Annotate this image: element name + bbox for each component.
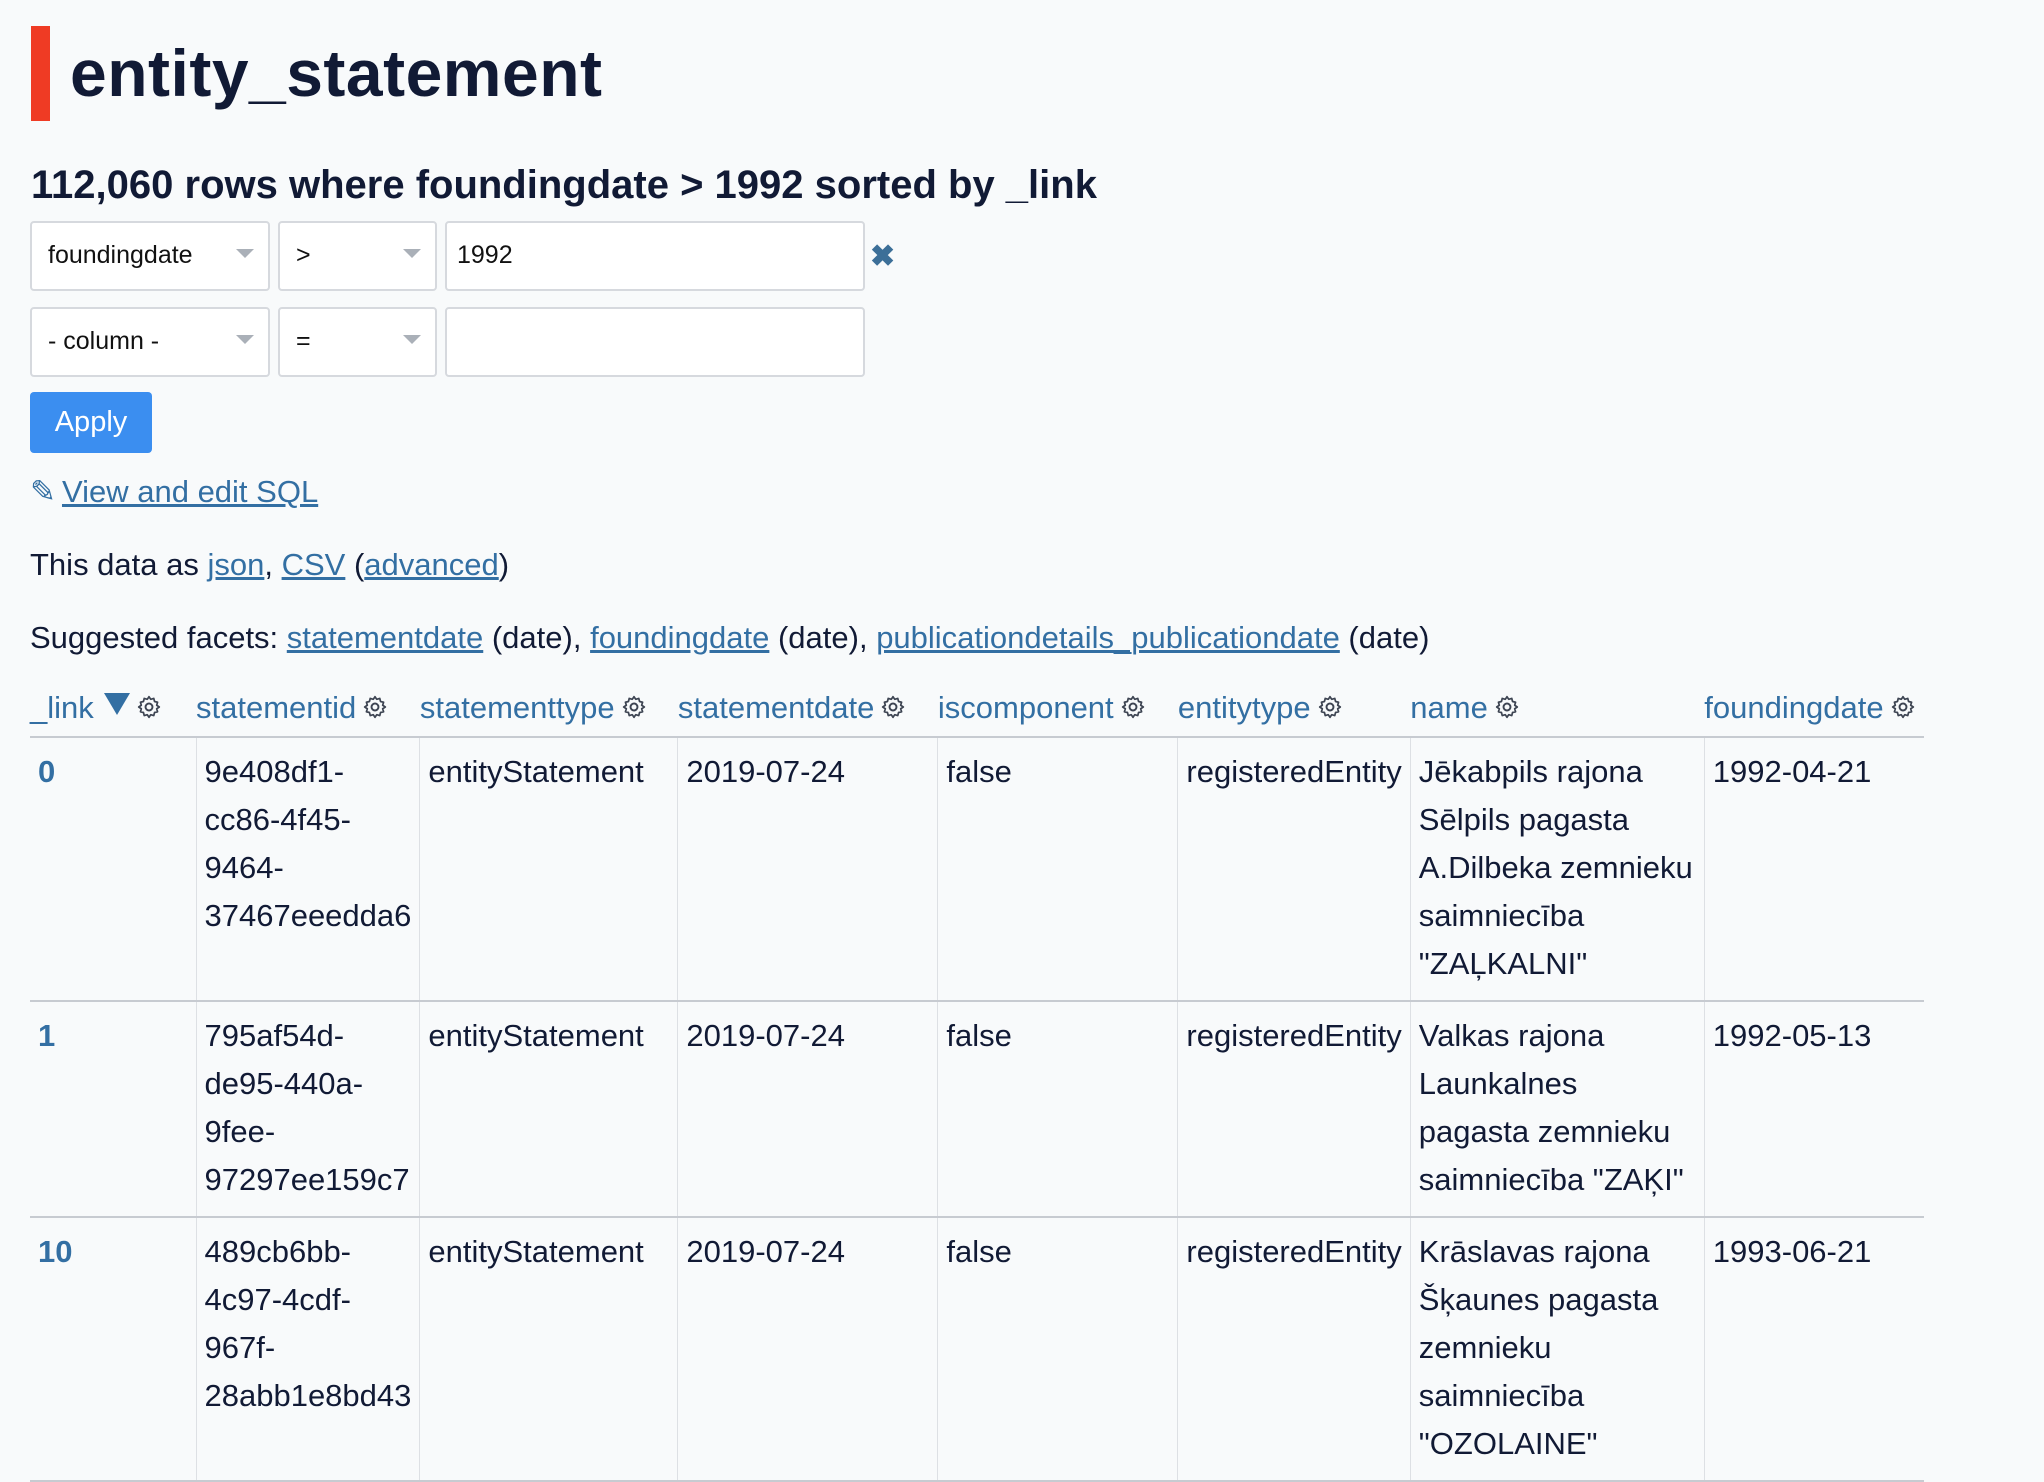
json-link[interactable]: json bbox=[207, 547, 264, 582]
filter-1-value-input[interactable]: 1992 bbox=[445, 221, 865, 291]
table-header-row: _link statementid statementtype statemen… bbox=[30, 680, 1925, 738]
page-title: entity_statement bbox=[70, 36, 603, 110]
column-header: statementid bbox=[196, 680, 420, 738]
table-row: 1 795af54d-de95-440a-9fee-97297ee159c7 e… bbox=[30, 1001, 1925, 1218]
gear-icon[interactable] bbox=[1317, 694, 1343, 720]
facet-type: (date), bbox=[769, 620, 877, 655]
filter-2-operator-value: = bbox=[296, 327, 311, 355]
export-links: This data as json, CSV (advanced) bbox=[30, 542, 509, 588]
table-cell: 0 bbox=[30, 737, 196, 1002]
apply-button[interactable]: Apply bbox=[30, 392, 152, 453]
gear-icon[interactable] bbox=[362, 694, 388, 720]
filter-1-operator-value: > bbox=[296, 241, 311, 269]
export-paren-open: ( bbox=[345, 547, 365, 582]
export-prefix: This data as bbox=[30, 547, 208, 582]
column-header: entitytype bbox=[1177, 680, 1411, 738]
gear-icon[interactable] bbox=[136, 694, 162, 720]
column-header: statementtype bbox=[419, 680, 678, 738]
filter-2-column-select[interactable]: - column - bbox=[30, 307, 270, 377]
table-cell: Valkas rajona Launkalnes pagasta zemniek… bbox=[1409, 1001, 1705, 1218]
table-cell: registeredEntity bbox=[1177, 1001, 1411, 1218]
column-sort-link[interactable]: statementid bbox=[196, 690, 356, 725]
table-row: 0 9e408df1-cc86-4f45-9464-37467eeedda6 e… bbox=[30, 737, 1925, 1002]
gear-icon[interactable] bbox=[1120, 694, 1146, 720]
gear-icon[interactable] bbox=[1890, 694, 1916, 720]
table-cell: 1 bbox=[30, 1001, 196, 1218]
table-cell: 1993-06-21 bbox=[1703, 1217, 1925, 1482]
table-cell: 1992-05-13 bbox=[1703, 1001, 1925, 1218]
csv-link[interactable]: CSV bbox=[282, 547, 346, 582]
rows-summary: 112,060 rows where foundingdate > 1992 s… bbox=[31, 163, 1097, 207]
chevron-down-icon bbox=[403, 335, 421, 344]
column-sort-link[interactable]: iscomponent bbox=[938, 690, 1114, 725]
row-link[interactable]: 0 bbox=[38, 754, 55, 789]
pencil-icon: ✎ bbox=[30, 474, 56, 509]
column-sort-link[interactable]: statementtype bbox=[420, 690, 615, 725]
column-header: statementdate bbox=[677, 680, 938, 738]
table-cell: 489cb6bb-4c97-4cdf-967f-28abb1e8bd43 bbox=[195, 1217, 420, 1482]
table-cell: false bbox=[937, 1217, 1178, 1482]
column-header: iscomponent bbox=[937, 680, 1178, 738]
gear-icon[interactable] bbox=[1494, 694, 1520, 720]
facet-link-foundingdate[interactable]: foundingdate bbox=[590, 620, 769, 655]
column-sort-link[interactable]: statementdate bbox=[678, 690, 874, 725]
export-separator: , bbox=[264, 547, 282, 582]
chevron-down-icon bbox=[236, 335, 254, 344]
table-cell: Krāslavas rajona Šķaunes pagasta zemniek… bbox=[1409, 1217, 1705, 1482]
filter-2-value-input[interactable] bbox=[445, 307, 865, 377]
column-header-link: _link bbox=[30, 680, 196, 738]
suggested-facets: Suggested facets: statementdate (date), … bbox=[30, 615, 1429, 661]
table-cell: 2019-07-24 bbox=[677, 737, 938, 1002]
table-cell: Jēkabpils rajona Sēlpils pagasta A.Dilbe… bbox=[1409, 737, 1705, 1002]
table-cell: 2019-07-24 bbox=[677, 1001, 938, 1218]
results-table: _link statementid statementtype statemen… bbox=[30, 680, 1925, 1482]
table-cell: registeredEntity bbox=[1177, 1217, 1411, 1482]
table-cell: 2019-07-24 bbox=[677, 1217, 938, 1482]
filter-1-operator-select[interactable]: > bbox=[278, 221, 437, 291]
sort-desc-icon bbox=[103, 693, 130, 715]
table-cell: false bbox=[937, 737, 1178, 1002]
facet-type: (date), bbox=[483, 620, 591, 655]
table-cell: registeredEntity bbox=[1177, 737, 1411, 1002]
table-cell: 10 bbox=[30, 1217, 196, 1482]
filter-1-column-value: foundingdate bbox=[48, 241, 193, 269]
view-edit-sql-link[interactable]: View and edit SQL bbox=[62, 474, 318, 509]
table-cell: false bbox=[937, 1001, 1178, 1218]
advanced-link[interactable]: advanced bbox=[364, 547, 498, 582]
title-accent-bar bbox=[31, 26, 50, 121]
facet-link-statementdate[interactable]: statementdate bbox=[287, 620, 483, 655]
export-paren-close: ) bbox=[498, 547, 510, 582]
column-header: name bbox=[1410, 680, 1705, 738]
clear-filter-icon[interactable]: ✖ bbox=[870, 239, 895, 275]
chevron-down-icon bbox=[403, 249, 421, 258]
facet-type: (date) bbox=[1339, 620, 1430, 655]
gear-icon[interactable] bbox=[880, 694, 906, 720]
table-cell: 1992-04-21 bbox=[1703, 737, 1925, 1002]
table-cell: entityStatement bbox=[419, 1001, 678, 1218]
column-sort-link[interactable]: entitytype bbox=[1178, 690, 1311, 725]
column-sort-link[interactable]: name bbox=[1410, 690, 1488, 725]
table-row: 10 489cb6bb-4c97-4cdf-967f-28abb1e8bd43 … bbox=[30, 1217, 1925, 1482]
table-cell: 795af54d-de95-440a-9fee-97297ee159c7 bbox=[195, 1001, 420, 1218]
chevron-down-icon bbox=[236, 249, 254, 258]
row-link[interactable]: 1 bbox=[38, 1018, 55, 1053]
facet-link-publicationdate[interactable]: publicationdetails_publicationdate bbox=[876, 620, 1340, 655]
filter-2-column-value: - column - bbox=[48, 327, 160, 355]
row-link[interactable]: 10 bbox=[38, 1234, 72, 1269]
table-cell: 9e408df1-cc86-4f45-9464-37467eeedda6 bbox=[195, 737, 420, 1002]
facets-prefix: Suggested facets: bbox=[30, 620, 287, 655]
sql-link-row: ✎ View and edit SQL bbox=[30, 470, 318, 514]
gear-icon[interactable] bbox=[621, 694, 647, 720]
table-cell: entityStatement bbox=[419, 1217, 678, 1482]
filter-1-value-text: 1992 bbox=[457, 241, 513, 269]
table-cell: entityStatement bbox=[419, 737, 678, 1002]
column-sort-link[interactable]: _link bbox=[30, 690, 94, 725]
filter-1-column-select[interactable]: foundingdate bbox=[30, 221, 270, 291]
column-sort-link[interactable]: foundingdate bbox=[1704, 690, 1883, 725]
filter-2-operator-select[interactable]: = bbox=[278, 307, 437, 377]
column-header: foundingdate bbox=[1704, 680, 1925, 738]
